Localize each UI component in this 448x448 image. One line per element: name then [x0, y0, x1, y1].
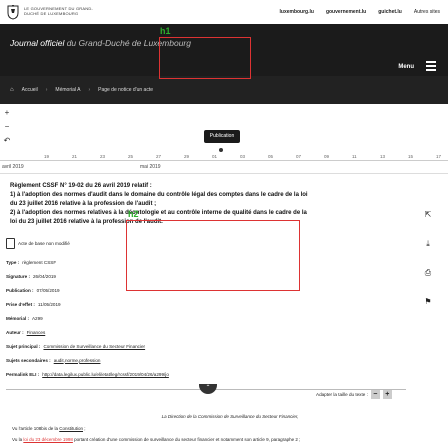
auteur-link[interactable]: Finances — [27, 330, 46, 335]
timeline-day-tick: 27 — [156, 154, 162, 159]
link-guichet-lu[interactable]: guichet.lu — [378, 9, 402, 15]
timeline-day-tick: 23 — [100, 154, 106, 159]
bookmark-icon[interactable]: ⚑ — [423, 297, 433, 307]
link-luxembourg-lu[interactable]: luxembourg.lu — [280, 9, 314, 15]
site-title-main: Journal officiel — [10, 38, 65, 48]
side-tools: ⇱ ⤓ ⎙ ⚑ — [423, 210, 437, 326]
breadcrumb-memorial-a[interactable]: Mémorial A — [55, 87, 80, 93]
meta-prise-effet: Prise d'effet :11/05/2019 — [6, 301, 61, 307]
breadcrumb-current: Page de notice d'un acte — [98, 87, 153, 93]
timeline-day-tick: 17 — [436, 154, 442, 159]
gov-links: luxembourg.lu gouvernement.lu guichet.lu… — [280, 9, 441, 15]
document-body-line: Vu la loi du 23 décembre 1998 portant cr… — [12, 437, 301, 442]
document-metadata: Acte de base non modifié Type : règlement… — [6, 238, 406, 381]
sujet-secondaire-link[interactable]: norme — [65, 358, 78, 363]
link-gouvernement-lu[interactable]: gouvernement.lu — [326, 9, 366, 15]
document-title-line: 2) à l'adoption des normes relatives à l… — [10, 210, 307, 216]
annotation-tag-h2: h2 — [128, 209, 139, 219]
timeline-day-tick: 07 — [296, 154, 302, 159]
sujet-principal-link[interactable]: Commission de Surveillance du Secteur Fi… — [43, 344, 145, 349]
meta-signature: Signature :26/04/2019 — [6, 273, 56, 279]
timeline-day-tick: 29 — [184, 154, 190, 159]
meta-auteur: Auteur : Finances — [6, 329, 46, 335]
government-bar: Le gouvernement du Grand-Duché de Luxemb… — [0, 0, 448, 24]
timeline-day-tick: 19 — [44, 154, 50, 159]
document-title-line: Règlement CSSF N° 19-02 du 26 avril 2019… — [10, 183, 152, 189]
home-icon[interactable]: ⌂ — [10, 87, 14, 93]
timeline-month-right: mai 2019 — [140, 164, 161, 170]
timeline-zoom-out-button[interactable]: − — [2, 122, 12, 132]
meta-permalien: Permalink ELI : http://data.legilux.publi… — [6, 371, 169, 377]
timeline-day-tick: 13 — [380, 154, 386, 159]
constitution-link[interactable]: Constitution — [59, 426, 83, 431]
law-1998-link[interactable]: loi du 23 décembre 1998 — [23, 437, 73, 442]
text-size-control: Adapter la taille du texte : − + — [316, 390, 392, 399]
timeline-reset-icon[interactable]: ↶ — [2, 136, 12, 146]
base-act-label: Acte de base non modifié — [18, 241, 70, 246]
link-other-sites[interactable]: Autres sites — [414, 9, 440, 15]
download-icon[interactable]: ⤓ — [423, 239, 433, 249]
timeline-day-tick: 03 — [240, 154, 246, 159]
timeline-month-left: avril 2019 — [2, 164, 24, 170]
print-icon[interactable]: ⎙ — [423, 268, 433, 278]
timeline: + − ↶ Publication 19 21 23 25 27 29 01 03 05 07 09… — [0, 104, 448, 174]
permalink-eli-link[interactable]: http://data.legilux.public.lu/eli/etat/l… — [42, 372, 169, 377]
share-icon[interactable]: ⇱ — [423, 210, 433, 220]
meta-type: Type : règlement CSSF — [6, 259, 57, 265]
hamburger-menu-icon[interactable] — [426, 61, 436, 71]
timeline-day-tick: 15 — [408, 154, 414, 159]
sujet-secondaire-link[interactable]: audit — [54, 358, 64, 363]
timeline-day-tick: 21 — [72, 154, 78, 159]
pdf-document-icon[interactable] — [6, 238, 15, 249]
document-body-intro: La Direction de la Commission de Surveil… — [161, 414, 299, 419]
timeline-zoom-in-button[interactable]: + — [2, 108, 12, 118]
document-body-line: Vu l'article 108bis de la Constitution ; — [12, 426, 86, 431]
meta-sujets-secondaires: Sujets secondaires : audit, norme, professi… — [6, 357, 101, 363]
meta-publication: Publication :07/05/2019 — [6, 287, 60, 293]
text-size-decrease-button[interactable]: − — [370, 390, 380, 399]
luxembourg-coat-of-arms-icon[interactable] — [6, 4, 20, 20]
base-act-row: Acte de base non modifié — [6, 238, 406, 249]
timeline-day-tick: 11 — [352, 154, 357, 159]
breadcrumb-home[interactable]: Accueil — [22, 87, 38, 93]
breadcrumb-separator-icon: › — [45, 87, 48, 93]
sujet-secondaire-link[interactable]: profession — [79, 358, 100, 363]
highlight-box — [159, 37, 251, 79]
timeline-selected-event[interactable]: Publication — [204, 130, 240, 143]
document-title-line: du 23 juillet 2016 relative à la profess… — [10, 201, 157, 207]
meta-memorial: Mémorial : A299 — [6, 315, 43, 321]
gov-logo-text[interactable]: Le gouvernement du Grand-Duché de Luxemb… — [24, 6, 94, 16]
timeline-day-tick: 05 — [268, 154, 274, 159]
meta-sujet-principal: Sujet principal : Commission de Surveilla… — [6, 343, 146, 349]
timeline-day-tick: 09 — [324, 154, 330, 159]
text-size-label: Adapter la taille du texte : — [316, 392, 368, 397]
breadcrumb: ⌂ Accueil › Mémorial A › Page de notice … — [0, 76, 448, 104]
menu-label[interactable]: Menu — [398, 64, 414, 70]
timeline-axis — [0, 160, 448, 161]
text-size-increase-button[interactable]: + — [382, 390, 392, 399]
document-title-line: 1) à l'adoption des normes d'audit dans … — [10, 192, 308, 198]
timeline-day-tick: 25 — [128, 154, 134, 159]
breadcrumb-separator-icon: › — [88, 87, 91, 93]
annotation-tag-h1: h1 — [160, 26, 171, 36]
timeline-day-tick: 01 — [212, 154, 218, 159]
timeline-event-dot[interactable] — [219, 148, 223, 152]
